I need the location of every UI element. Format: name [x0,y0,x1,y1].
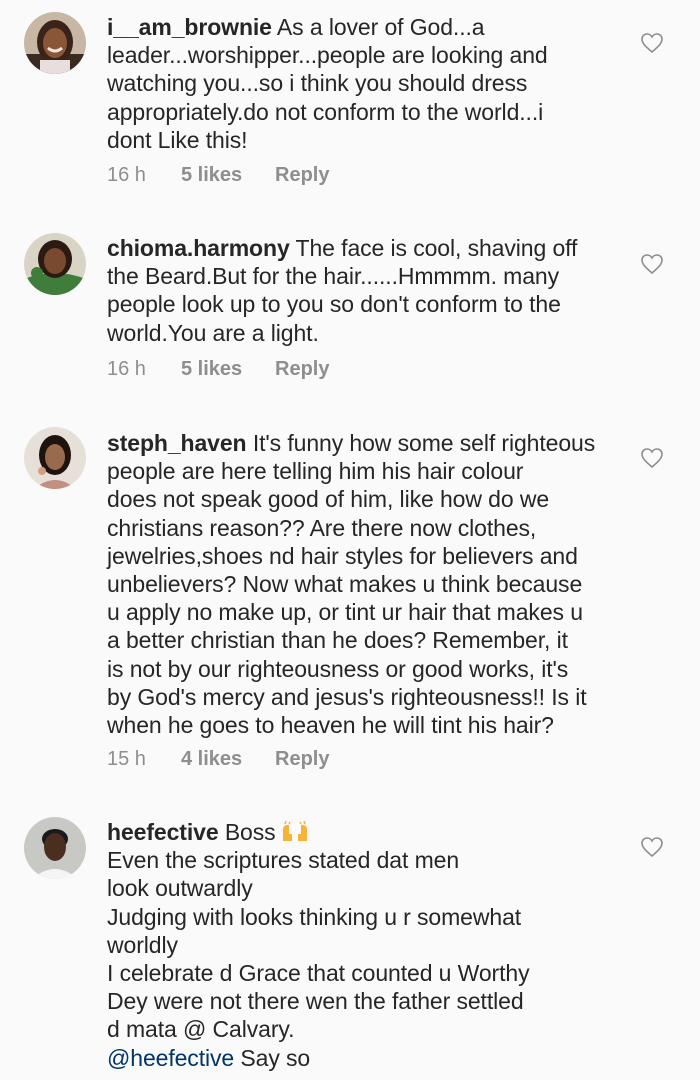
comment-meta: 15 h 4 likes Reply [107,748,329,771]
comment-line: Even the scriptures stated dat men [107,847,460,874]
mention-link[interactable]: @heefective [107,1045,234,1071]
comment-line: by God's mercy and jesus's righteousness… [107,683,587,710]
avatar-steph-haven[interactable] [24,427,86,489]
profile-photo-woman-smiling-icon [24,12,86,74]
comment-line: people look up to you so don't conform t… [107,291,561,318]
comment-line: u apply no make up, or tint ur hair that… [107,599,583,626]
comment-line: watching you...so i think you should dre… [107,70,528,97]
heart-outline-icon[interactable] [640,253,664,275]
avatar-heefective[interactable] [24,817,86,879]
comment-line: unbelievers? Now what makes u think beca… [107,571,583,598]
comment-line: appropriately.do not conform to the worl… [107,98,544,125]
reply-button[interactable]: Reply [275,748,329,771]
comment-line: christians reason?? Are there now clothe… [107,514,537,541]
likes-count[interactable]: 5 likes [181,358,275,381]
comment-line: a better christian than he does? Remembe… [107,627,568,654]
comment-line: The face is cool, shaving off [295,235,578,261]
comment-meta: 16 h 5 likes Reply [107,358,329,381]
comment-line: It's funny how some self righteous [252,430,596,456]
comment-text: chioma.harmony The face is cool, shaving… [107,234,607,347]
comment-line: As a lover of God...a [276,14,485,40]
likes-count[interactable]: 5 likes [181,164,275,187]
likes-count[interactable]: 4 likes [181,748,275,771]
comment-line: I celebrate d Grace that counted u Worth… [107,960,530,987]
comment-line: leader...worshipper...people are looking… [107,42,548,69]
heart-outline-icon[interactable] [640,836,664,858]
comment-line: does not speak good of him, like how do … [107,486,550,513]
comment-line: Boss [224,819,276,845]
comment-text: heefective Boss Even the scriptures stat… [107,818,607,1072]
comment-text: i__am_brownie As a lover of God...a lead… [107,13,607,154]
comment-line: the Beard.But for the hair......Hmmmm. m… [107,263,560,290]
comment-line: is not by our righteousness or good work… [107,655,569,682]
profile-photo-man-icon [24,817,86,879]
comment-line: jewelries,shoes nd hair styles for belie… [107,542,578,569]
comment-line: when he goes to heaven he will tint his … [107,712,554,739]
reply-button[interactable]: Reply [275,358,329,381]
timestamp: 16 h [107,358,146,380]
username[interactable]: chioma.harmony [107,235,290,261]
timestamp: 16 h [107,164,146,186]
raising-hands-emoji-icon [282,821,307,841]
avatar-i-am-brownie[interactable] [24,12,86,74]
comment-line: d mata @ Calvary. [107,1016,295,1043]
comment-line: Judging with looks thinking u r somewhat [107,903,522,930]
comment-line: worldly [107,931,178,958]
reply-button[interactable]: Reply [275,164,329,187]
username[interactable]: steph_haven [107,430,247,456]
profile-photo-woman-portrait-icon [24,427,86,489]
avatar-chioma-harmony[interactable] [24,233,86,295]
comment-line: world.You are a light. [107,319,319,346]
comment-line: dont Like this! [107,126,248,153]
username[interactable]: i__am_brownie [107,14,272,40]
comment-text: steph_haven It's funny how some self rig… [107,429,607,739]
comment-line: Say so [240,1044,311,1071]
profile-photo-woman-green-icon [24,233,86,295]
comment-line: look outwardly [107,875,253,902]
heart-outline-icon[interactable] [640,447,664,469]
heart-outline-icon[interactable] [640,32,664,54]
comment-line: Dey were not there wen the father settle… [107,988,524,1015]
username[interactable]: heefective [107,819,219,845]
comment-line: people are here telling him his hair col… [107,458,524,485]
comment-meta: 16 h 5 likes Reply [107,164,329,187]
timestamp: 15 h [107,748,146,770]
